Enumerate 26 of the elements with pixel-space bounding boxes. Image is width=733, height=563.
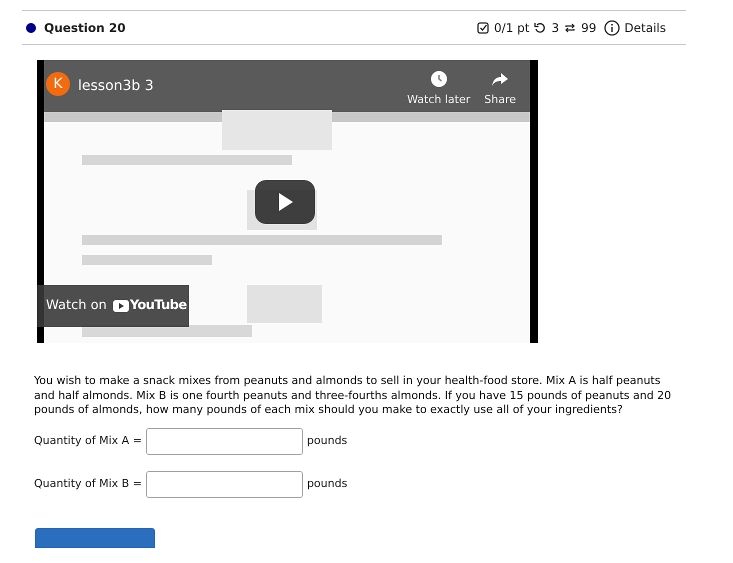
undo-icon [534, 22, 546, 34]
question-text: You wish to make a snack mixes from peanuts and almonds to sell in your health-food store. Mix A is half peanuts and half almonds. Mix B is one fourth peanuts and three-fourths almonds. If you have 15 pounds of peanuts and 20 pounds of almonds, how many pounds of each mix should you make to exactly use all of your ingredients? [34, 374, 672, 418]
unit-label: pounds [306, 476, 348, 492]
checkbox-icon [477, 22, 490, 34]
unit-label: pounds [306, 433, 348, 450]
info-icon [604, 20, 620, 36]
watch-later-button[interactable]: Watch later [407, 70, 470, 108]
repeat-icon [564, 22, 576, 34]
watch-on-youtube-button[interactable]: Watch on YouTube [37, 285, 189, 327]
details-link[interactable]: Details [604, 18, 666, 36]
play-button-icon[interactable] [255, 180, 315, 224]
share-icon [491, 70, 510, 88]
share-button[interactable]: Share [484, 70, 516, 108]
bullet-icon [26, 22, 36, 32]
clock-icon [430, 70, 448, 88]
retries-count: 3 [551, 20, 560, 36]
question-title: Question 20 [44, 20, 126, 36]
answer-label: Quantity of Mix B = [34, 476, 142, 492]
answer-field[interactable] [146, 470, 303, 498]
score-text: 0/1 pt [494, 20, 530, 36]
video-title[interactable]: lesson3b 3 [78, 79, 154, 93]
answer-field[interactable] [146, 428, 303, 455]
attempts-count: 99 [581, 20, 596, 36]
play-logo-icon [112, 300, 129, 312]
submit-button[interactable] [35, 528, 155, 548]
answer-label: Quantity of Mix A = [34, 433, 142, 450]
